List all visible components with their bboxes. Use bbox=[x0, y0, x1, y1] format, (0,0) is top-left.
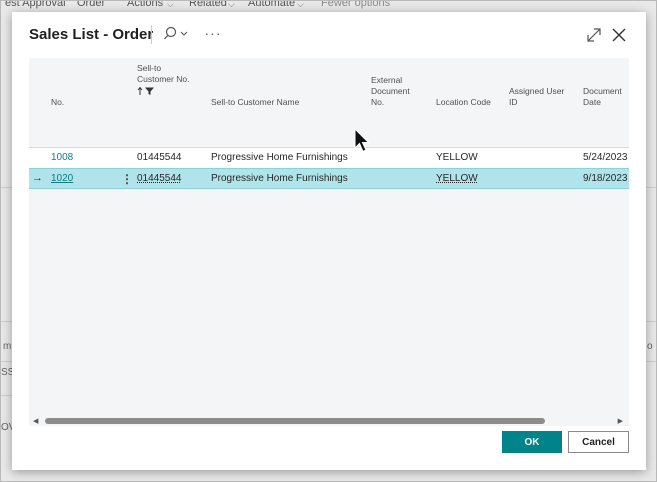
ok-button[interactable]: OK bbox=[502, 431, 562, 453]
horizontal-scrollbar[interactable]: ◀ ▶ bbox=[29, 416, 629, 426]
sort-ascending-icon bbox=[137, 86, 154, 95]
close-icon bbox=[612, 28, 626, 42]
search-icon bbox=[164, 26, 188, 40]
bg-toolbar-actions: Actions bbox=[127, 1, 164, 9]
sales-order-list: No. Sell-to Customer No. Sell-to Custome… bbox=[29, 58, 629, 416]
background-text-fragment: o bbox=[647, 341, 653, 352]
column-header-assigned-user-id[interactable]: Assigned User ID bbox=[509, 86, 564, 108]
column-header-line: No. bbox=[371, 97, 385, 107]
location-code-cell: YELLOW bbox=[436, 152, 478, 163]
header-separator bbox=[151, 25, 152, 44]
column-header-line: Sell-to bbox=[137, 63, 162, 73]
bg-toolbar-fewer-options: Fewer options bbox=[321, 1, 391, 9]
bg-toolbar-related: Related bbox=[189, 1, 227, 9]
chevron-down-icon: ⌵ bbox=[228, 1, 235, 9]
dialog-header: Sales List - Order ··· bbox=[12, 12, 646, 58]
expand-icon bbox=[587, 28, 601, 42]
search-button[interactable] bbox=[162, 24, 192, 46]
more-options-button[interactable]: ··· bbox=[202, 24, 224, 46]
bg-toolbar-approval: est Approval bbox=[5, 1, 66, 9]
column-header-line: Customer No. bbox=[137, 74, 190, 84]
close-button[interactable] bbox=[609, 25, 629, 45]
scrollbar-thumb[interactable] bbox=[45, 418, 545, 424]
column-header-document-date[interactable]: Document Date bbox=[583, 86, 622, 108]
order-no-link[interactable]: 1020 bbox=[51, 173, 73, 184]
column-header-external-document-no[interactable]: External Document No. bbox=[371, 75, 410, 108]
customer-no-cell: 01445544 bbox=[137, 152, 182, 163]
sales-list-dialog: Sales List - Order ··· No. Sell-to Custo… bbox=[12, 12, 646, 470]
chevron-down-icon: ⌵ bbox=[167, 1, 174, 9]
order-no-link[interactable]: 1008 bbox=[51, 152, 73, 163]
column-header-location-code[interactable]: Location Code bbox=[436, 97, 491, 108]
dialog-title: Sales List - Order bbox=[29, 26, 154, 43]
document-date-cell: 9/18/2023 bbox=[583, 173, 628, 184]
chevron-down-icon: ⌵ bbox=[297, 1, 304, 9]
column-header-line: Date bbox=[583, 97, 601, 107]
mouse-pointer-icon bbox=[354, 128, 370, 153]
location-code-cell[interactable]: YELLOW bbox=[436, 173, 478, 184]
background-text-fragment: m bbox=[3, 341, 12, 352]
sort-filter-indicators bbox=[137, 86, 189, 96]
selected-row-arrow-icon: → bbox=[32, 172, 43, 184]
customer-no-cell[interactable]: 01445544 bbox=[137, 173, 182, 184]
column-header-line: Document bbox=[583, 86, 622, 96]
column-header-line: ID bbox=[509, 97, 518, 107]
bg-toolbar-automate: Automate bbox=[248, 1, 296, 9]
row-actions-menu-icon[interactable]: ⋮ bbox=[121, 172, 133, 186]
column-header-sell-to-customer-name[interactable]: Sell-to Customer Name bbox=[211, 97, 299, 108]
document-date-cell: 5/24/2023 bbox=[583, 152, 628, 163]
filter-icon bbox=[145, 87, 154, 95]
table-row-selected[interactable]: → 1020 ⋮ 01445544 Progressive Home Furni… bbox=[29, 168, 629, 189]
column-header-line: External bbox=[371, 75, 403, 85]
bg-toolbar-order: Order bbox=[77, 1, 106, 9]
customer-name-cell: Progressive Home Furnishings bbox=[211, 152, 348, 163]
column-header-line: Assigned User bbox=[509, 86, 565, 96]
column-header-line: Document bbox=[371, 86, 410, 96]
column-header-no[interactable]: No. bbox=[51, 97, 64, 108]
scroll-left-arrow-icon[interactable]: ◀ bbox=[33, 417, 38, 425]
cancel-button[interactable]: Cancel bbox=[568, 431, 629, 453]
expand-button[interactable] bbox=[584, 25, 604, 45]
scroll-right-arrow-icon[interactable]: ▶ bbox=[618, 417, 623, 425]
customer-name-cell: Progressive Home Furnishings bbox=[211, 173, 348, 184]
table-row[interactable]: 1008 01445544 Progressive Home Furnishin… bbox=[29, 148, 629, 169]
column-header-sell-to-customer-no[interactable]: Sell-to Customer No. bbox=[137, 63, 189, 96]
